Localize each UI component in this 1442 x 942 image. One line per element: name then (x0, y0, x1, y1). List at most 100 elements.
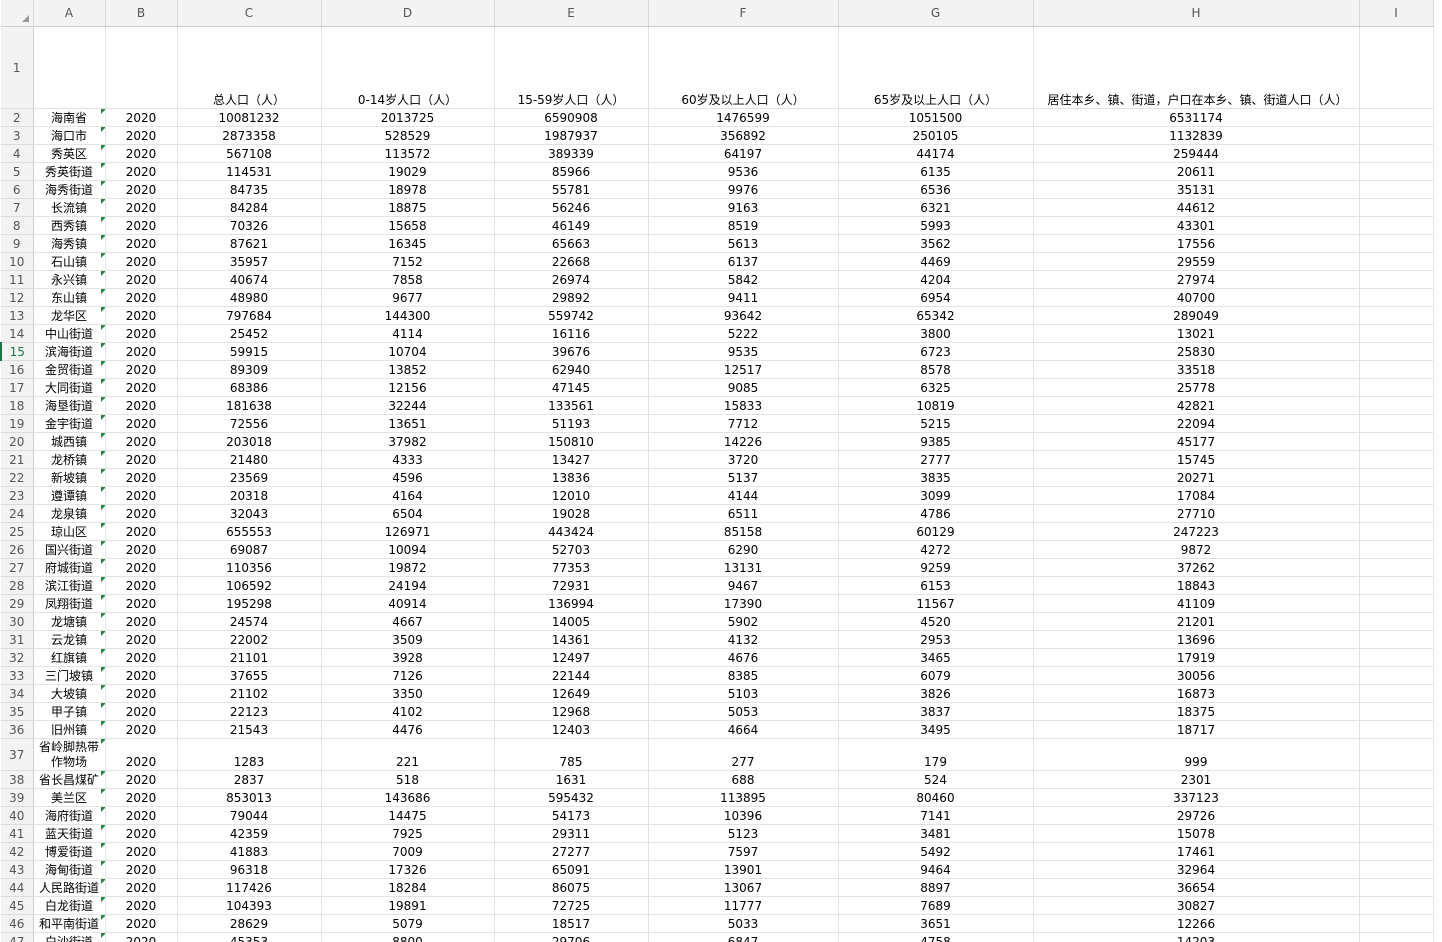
cell-e[interactable]: 1987937 (494, 126, 649, 145)
cell-d[interactable]: 8800 (321, 932, 495, 942)
cell-d[interactable]: 4164 (321, 486, 495, 505)
cell-a[interactable]: 省岭脚热带作物场 (33, 738, 106, 771)
cell-b[interactable]: 2020 (105, 770, 178, 789)
cell-b[interactable]: 2020 (105, 630, 178, 649)
cell-f[interactable]: 5053 (648, 702, 839, 721)
cell-g[interactable]: 8578 (838, 360, 1034, 379)
cell-e[interactable]: 72725 (494, 896, 649, 915)
cell-g[interactable]: 3837 (838, 702, 1034, 721)
cell-a[interactable]: 金贸街道 (33, 360, 106, 379)
cell-i[interactable] (1359, 770, 1434, 789)
cell-c[interactable]: 68386 (177, 378, 322, 397)
cell-e[interactable]: 62940 (494, 360, 649, 379)
cell-f[interactable]: 10396 (648, 806, 839, 825)
cell-a[interactable]: 龙塘镇 (33, 612, 106, 631)
row-header[interactable]: 43 (1, 860, 34, 879)
cell-g[interactable]: 9385 (838, 432, 1034, 451)
cell-f[interactable]: 5137 (648, 468, 839, 487)
row-header[interactable]: 45 (1, 896, 34, 915)
cell-f[interactable]: 5902 (648, 612, 839, 631)
cell-i[interactable] (1359, 594, 1434, 613)
cell-b[interactable]: 2020 (105, 684, 178, 703)
cell-g[interactable]: 9259 (838, 558, 1034, 577)
cell-d[interactable]: 17326 (321, 860, 495, 879)
cell-f[interactable]: 688 (648, 770, 839, 789)
cell-f[interactable]: 5222 (648, 324, 839, 343)
cell-b[interactable]: 2020 (105, 896, 178, 915)
cell-b[interactable]: 2020 (105, 878, 178, 897)
cell-c[interactable]: 2873358 (177, 126, 322, 145)
cell-g[interactable]: 4204 (838, 270, 1034, 289)
cell-a[interactable]: 和平南街道 (33, 914, 106, 933)
cell-a[interactable]: 秀英街道 (33, 162, 106, 181)
row-header[interactable]: 36 (1, 720, 34, 739)
cell-g[interactable]: 7689 (838, 896, 1034, 915)
cell-e[interactable]: 12649 (494, 684, 649, 703)
cell-c[interactable]: 2837 (177, 770, 322, 789)
cell-c[interactable]: 181638 (177, 396, 322, 415)
cell-b[interactable]: 2020 (105, 612, 178, 631)
cell-d[interactable]: 7126 (321, 666, 495, 685)
cell-b[interactable]: 2020 (105, 342, 178, 361)
cell-c[interactable]: 21102 (177, 684, 322, 703)
cell-a[interactable]: 云龙镇 (33, 630, 106, 649)
cell-e[interactable]: 13427 (494, 450, 649, 469)
cell-g[interactable]: 3562 (838, 234, 1034, 253)
row-header[interactable]: 12 (1, 288, 34, 307)
cell-e[interactable]: 65091 (494, 860, 649, 879)
cell-c[interactable]: 89309 (177, 360, 322, 379)
cell-a[interactable]: 滨海街道 (33, 342, 106, 361)
row-header[interactable]: 37 (1, 738, 34, 771)
cell-f[interactable]: 13131 (648, 558, 839, 577)
cell-c[interactable]: 203018 (177, 432, 322, 451)
cell-c[interactable]: 25452 (177, 324, 322, 343)
cell-f[interactable]: 3720 (648, 450, 839, 469)
cell-a[interactable]: 大坡镇 (33, 684, 106, 703)
cell-a[interactable]: 省长昌煤矿 (33, 770, 106, 789)
cell-h[interactable]: 33518 (1033, 360, 1360, 379)
cell-f[interactable]: 7712 (648, 414, 839, 433)
cell-g[interactable]: 6135 (838, 162, 1034, 181)
cell-i[interactable] (1359, 198, 1434, 217)
cell-i[interactable] (1359, 162, 1434, 181)
cell-d[interactable]: 10704 (321, 342, 495, 361)
cell-f[interactable]: 14226 (648, 432, 839, 451)
cell-g[interactable]: 6723 (838, 342, 1034, 361)
cell-c[interactable]: 84735 (177, 180, 322, 199)
cell-c[interactable]: 21101 (177, 648, 322, 667)
cell-a[interactable]: 秀英区 (33, 144, 106, 163)
cell-i[interactable] (1359, 878, 1434, 897)
cell-g[interactable]: 250105 (838, 126, 1034, 145)
cell-e[interactable]: 133561 (494, 396, 649, 415)
cell-d[interactable]: 19029 (321, 162, 495, 181)
row-header[interactable]: 20 (1, 432, 34, 451)
cell-i[interactable] (1359, 252, 1434, 271)
cell-e[interactable]: 136994 (494, 594, 649, 613)
cell-e[interactable]: 150810 (494, 432, 649, 451)
cell-b[interactable]: 2020 (105, 666, 178, 685)
cell-c[interactable]: 45353 (177, 932, 322, 942)
cell-i[interactable] (1359, 522, 1434, 541)
cell-c[interactable]: 23569 (177, 468, 322, 487)
row-header-1[interactable]: 1 (1, 26, 34, 109)
cell-b[interactable]: 2020 (105, 788, 178, 807)
cell-h[interactable]: 21201 (1033, 612, 1360, 631)
cell-c[interactable]: 72556 (177, 414, 322, 433)
cell-g[interactable]: 2777 (838, 450, 1034, 469)
cell-d[interactable]: 9677 (321, 288, 495, 307)
cell-b[interactable]: 2020 (105, 378, 178, 397)
header-age-0-14[interactable]: 0-14岁人口（人） (321, 26, 495, 109)
row-header[interactable]: 44 (1, 878, 34, 897)
cell-i[interactable] (1359, 486, 1434, 505)
cell-i[interactable] (1359, 378, 1434, 397)
cell-g[interactable]: 4520 (838, 612, 1034, 631)
cell-c[interactable]: 41883 (177, 842, 322, 861)
cell-g[interactable]: 3835 (838, 468, 1034, 487)
cell-h[interactable]: 29559 (1033, 252, 1360, 271)
cell-b[interactable]: 2020 (105, 288, 178, 307)
cell-i[interactable] (1359, 576, 1434, 595)
cell-i[interactable] (1359, 450, 1434, 469)
cell-a[interactable]: 龙桥镇 (33, 450, 106, 469)
cell-h[interactable]: 32964 (1033, 860, 1360, 879)
cell-c[interactable]: 79044 (177, 806, 322, 825)
